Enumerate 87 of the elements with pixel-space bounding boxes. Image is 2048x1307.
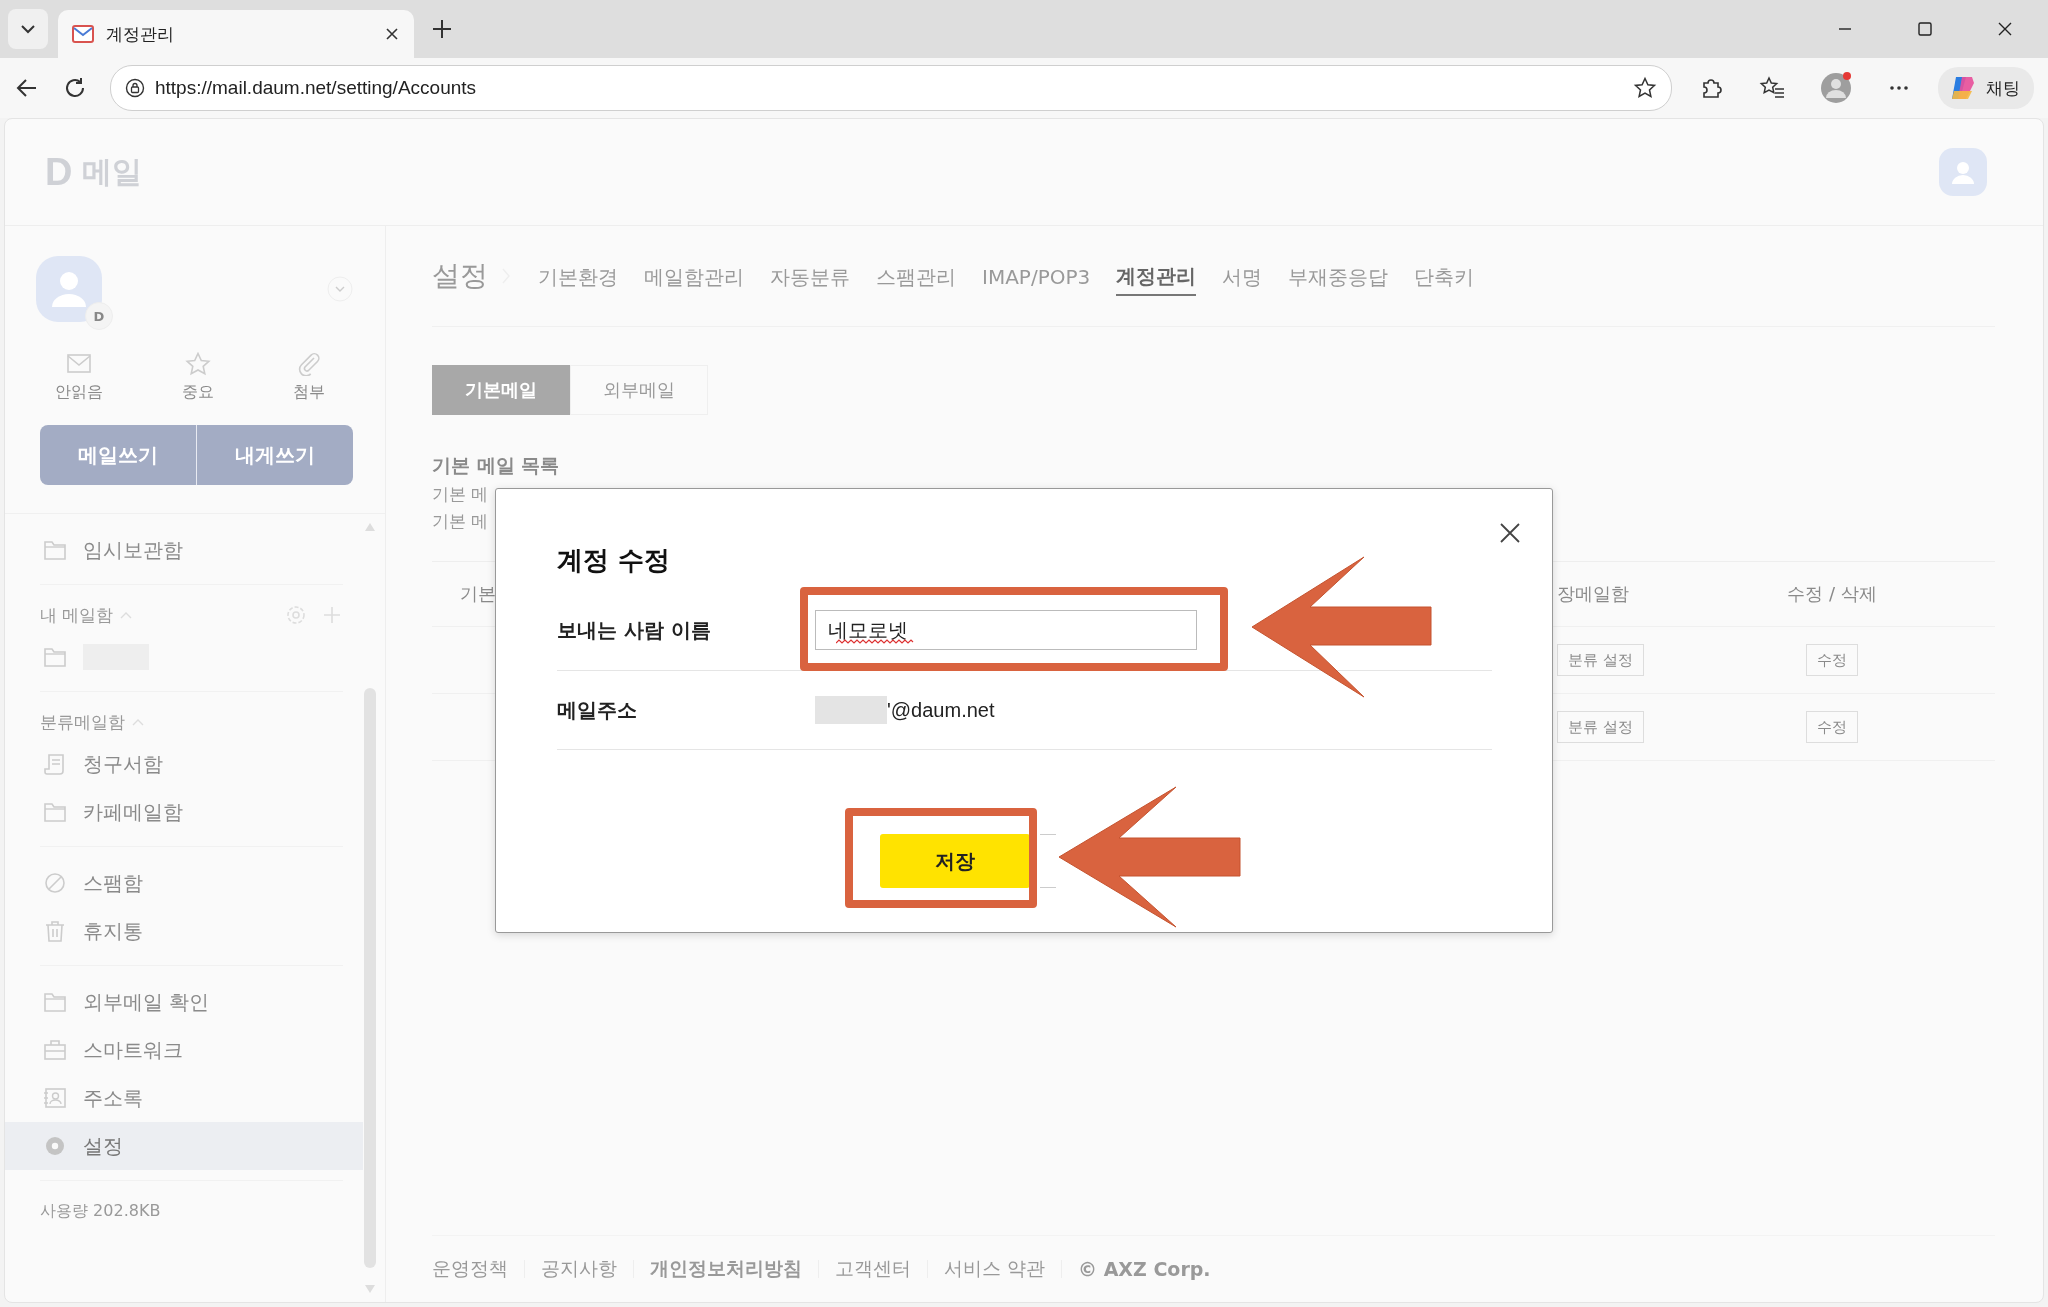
account-badge: D <box>85 302 113 330</box>
description-text: 기본 메 <box>432 510 490 533</box>
field-label: 보내는 사람 이름 <box>557 616 712 644</box>
new-tab-icon[interactable] <box>430 17 454 41</box>
paperclip-icon[interactable] <box>296 352 323 376</box>
footer-link[interactable]: 개인정보처리방침 <box>650 1256 802 1282</box>
folder-item[interactable]: 스마트워크 <box>5 1026 363 1074</box>
footer-link[interactable]: © AXZ Corp. <box>1078 1258 1211 1280</box>
trash-icon[interactable] <box>43 920 67 942</box>
scroll-down-icon[interactable] <box>364 1284 376 1294</box>
sender-name-field[interactable]: 네모로넷 <box>815 610 1197 650</box>
save-button[interactable]: 저장 <box>879 834 1030 888</box>
field-label: 메일주소 <box>557 696 638 724</box>
folder-item[interactable]: 주소록 <box>5 1074 363 1122</box>
description-text: 기본 메 <box>432 483 490 506</box>
settings-tab[interactable]: 계정관리 <box>1116 256 1197 296</box>
close-icon[interactable] <box>1498 521 1522 545</box>
folder-item[interactable]: 휴지통 <box>5 907 363 955</box>
settings-tab[interactable]: 메일함관리 <box>644 257 744 295</box>
column-header: 기본 <box>459 582 497 606</box>
dialog-title: 계정 수정 <box>557 544 672 577</box>
folder-icon[interactable] <box>43 539 67 561</box>
profile-icon[interactable] <box>1820 72 1852 104</box>
settings-title: 설정 <box>432 258 488 294</box>
compose-button[interactable]: 내게쓰기 <box>196 425 353 485</box>
email-address: '@daum.net <box>887 698 995 722</box>
mail-icon[interactable] <box>65 352 92 376</box>
footer-link[interactable]: 서비스 약관 <box>944 1256 1046 1282</box>
compose-button[interactable]: 메일쓰기 <box>40 425 196 485</box>
settings-tab[interactable]: 스팸관리 <box>876 257 956 295</box>
scrollbar-thumb[interactable] <box>364 688 376 1268</box>
avatar-icon[interactable] <box>36 256 102 322</box>
copilot-button[interactable]: 채팅 <box>1938 67 2034 109</box>
filter-settings-button[interactable]: 분류 설정 <box>1557 711 1644 743</box>
tab-title: 계정관리 <box>106 22 175 46</box>
settings-tab[interactable]: 서명 <box>1222 257 1263 295</box>
mail-type-tab[interactable]: 외부메일 <box>570 365 708 415</box>
folder-item[interactable]: 외부메일 확인 <box>5 978 363 1026</box>
favorites-icon[interactable] <box>1758 75 1786 101</box>
spam-icon[interactable] <box>43 872 67 894</box>
settings-tab[interactable]: 기본환경 <box>538 257 618 295</box>
url-text: https://mail.daum.net/setting/Accounts <box>155 77 477 99</box>
storage-usage: 사용량 202.8KB <box>40 1201 162 1222</box>
column-header: 수정 / 삭제 <box>1786 582 1878 606</box>
browser-tab[interactable]: 계정관리 <box>58 10 414 58</box>
quick-filter[interactable]: 안읽음 <box>54 352 103 403</box>
star-icon[interactable] <box>185 352 211 376</box>
tab-list-button[interactable] <box>8 9 48 49</box>
scroll-up-icon[interactable] <box>364 522 376 532</box>
briefcase-icon[interactable] <box>43 1039 67 1061</box>
folder-item[interactable]: 스팸함 <box>5 859 363 907</box>
edit-button[interactable]: 수정 <box>1806 711 1858 743</box>
lock-icon <box>125 78 145 98</box>
filter-settings-button[interactable]: 분류 설정 <box>1557 644 1644 676</box>
folder-icon[interactable] <box>43 801 67 823</box>
folder-group-title[interactable]: 내 메일함 <box>40 603 114 627</box>
plus-icon[interactable] <box>321 604 343 626</box>
quick-filter[interactable]: 첨부 <box>293 352 326 403</box>
settings-tab[interactable]: IMAP/POP3 <box>982 259 1091 293</box>
quick-filter[interactable]: 중요 <box>182 352 214 403</box>
address-bar[interactable]: https://mail.daum.net/setting/Accounts <box>110 65 1672 111</box>
bill-icon[interactable] <box>43 753 67 775</box>
section-title: 기본 메일 목록 <box>432 453 561 478</box>
column-header: 장메일함 <box>1557 582 1630 606</box>
footer-link[interactable]: 운영정책 <box>432 1256 508 1282</box>
avatar-icon[interactable] <box>1939 148 1987 196</box>
folder-item[interactable]: 설정 <box>5 1122 363 1170</box>
star-icon[interactable] <box>1633 76 1657 100</box>
edit-button[interactable]: 수정 <box>1806 644 1858 676</box>
folder-item[interactable]: 카페메일함 <box>5 788 363 836</box>
footer-link[interactable]: 고객센터 <box>835 1256 911 1282</box>
footer-link[interactable]: 공지사항 <box>541 1256 617 1282</box>
folder-item[interactable]: 청구서함 <box>5 740 363 788</box>
mail-type-tab[interactable]: 기본메일 <box>432 365 570 415</box>
settings-tab[interactable]: 자동분류 <box>770 257 850 295</box>
folder-icon[interactable] <box>43 991 67 1013</box>
folder-group-title[interactable]: 분류메일함 <box>40 710 125 734</box>
close-icon[interactable] <box>1996 20 2014 38</box>
contacts-icon[interactable] <box>43 1087 67 1109</box>
close-icon[interactable] <box>384 26 400 42</box>
dropdown-icon[interactable] <box>327 276 353 302</box>
envelope-icon <box>72 25 94 43</box>
folder-item[interactable]: 임시보관함 <box>5 526 363 574</box>
settings-tab[interactable]: 부재중응답 <box>1288 257 1389 295</box>
folder-icon[interactable] <box>43 646 67 668</box>
maximize-icon[interactable] <box>1916 20 1934 38</box>
settings-tab[interactable]: 단축키 <box>1414 257 1475 295</box>
